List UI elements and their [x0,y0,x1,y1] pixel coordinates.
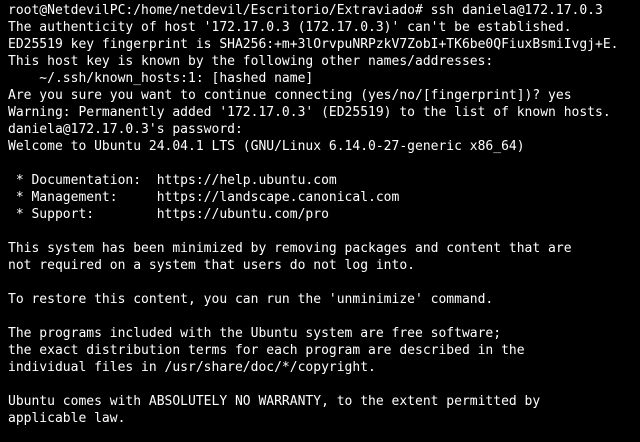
terminal-line-support: * Support: https://ubuntu.com/pro [8,207,329,222]
terminal-line-ssh-command: root@NetdevilPC:/home/netdevil/Escritori… [8,3,603,18]
terminal-window[interactable]: root@NetdevilPC:/home/netdevil/Escritori… [0,0,640,442]
terminal-line-minimized-2: not required on a system that users do n… [8,258,415,273]
terminal-line-welcome: Welcome to Ubuntu 24.04.1 LTS (GNU/Linux… [8,139,525,154]
terminal-line-documentation: * Documentation: https://help.ubuntu.com [8,173,337,188]
terminal-line-fingerprint: ED25519 key fingerprint is SHA256:+m+3lO… [8,37,619,52]
terminal-line-warranty-1: Ubuntu comes with ABSOLUTELY NO WARRANTY… [8,394,541,409]
terminal-line-known-hosts: ~/.ssh/known_hosts:1: [hashed name] [8,71,314,86]
terminal-line-confirm: Are you sure you want to continue connec… [8,88,572,103]
terminal-line-warranty-2: applicable law. [8,411,126,426]
terminal-line-password-prompt: daniela@172.17.0.3's password: [8,122,243,137]
terminal-line-minimized-1: This system has been minimized by removi… [8,241,572,256]
terminal-line-unminimize: To restore this content, you can run the… [8,292,494,307]
terminal-line-known-names: This host key is known by the following … [8,54,494,69]
terminal-line-management: * Management: https://landscape.canonica… [8,190,400,205]
terminal-line-free-software-2: the exact distribution terms for each pr… [8,343,525,358]
terminal-line-authenticity: The authenticity of host '172.17.0.3 (17… [8,20,572,35]
terminal-line-free-software-1: The programs included with the Ubuntu sy… [8,326,502,341]
terminal-line-warning: Warning: Permanently added '172.17.0.3' … [8,105,611,120]
terminal-line-free-software-3: individual files in /usr/share/doc/*/cop… [8,360,376,375]
